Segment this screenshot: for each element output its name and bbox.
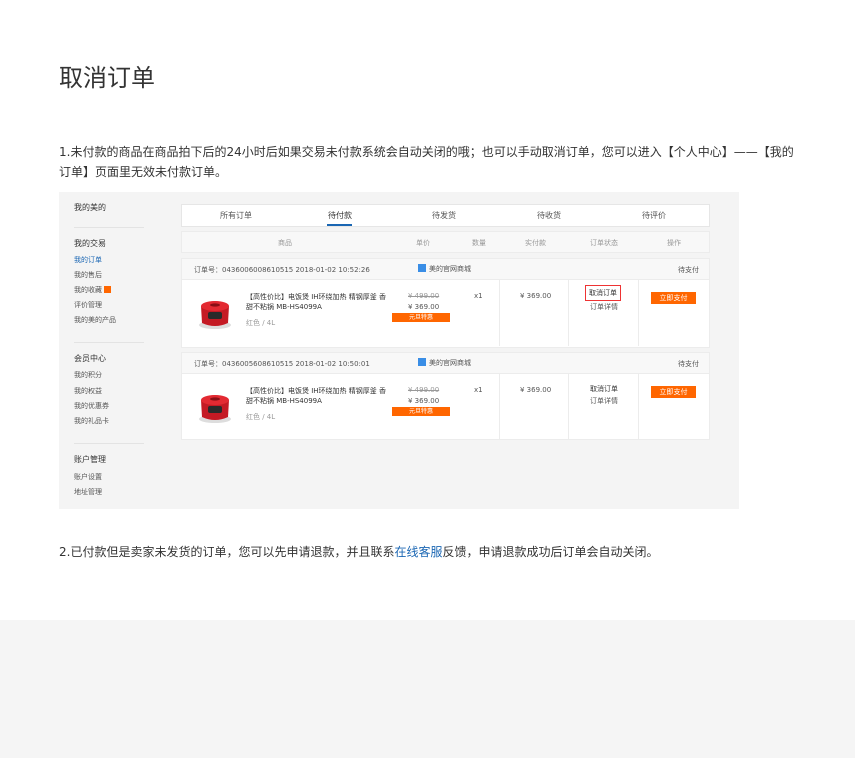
order-status: 待支付 [678, 360, 699, 368]
product-name[interactable]: 【高性价比】电饭煲 IH环绕加热 精钢厚釜 香甜不粘锅 MB-HS4099A [246, 386, 391, 406]
shop-icon [418, 358, 426, 366]
sidebar-item-coupons[interactable]: 我的优惠券 [74, 401, 109, 411]
sidebar-group-my-midea[interactable]: 我的美的 [74, 202, 106, 213]
unit-price: ¥ 369.00 [408, 397, 440, 405]
quantity: x1 [474, 386, 483, 394]
order-row: 订单号：0436005608610515 2018-01-02 10:50:01… [181, 352, 710, 440]
cancel-order-link[interactable]: 取消订单 [585, 285, 621, 301]
promo-badge: 元旦特惠 [392, 313, 450, 322]
sidebar-item-label: 我的收藏 [74, 286, 102, 294]
sidebar-group-member: 会员中心 [74, 354, 106, 363]
shop-label: 美的官网商城 [429, 265, 471, 273]
sidebar-group-trade: 我的交易 [74, 239, 106, 248]
order-number: 订单号：0436005608610515 2018-01-02 10:50:01 [194, 360, 370, 368]
sidebar-item-favorites[interactable]: 我的收藏 [74, 285, 111, 295]
divider [638, 279, 639, 346]
original-price: ¥ 499.00 [408, 386, 440, 394]
col-paid: 实付款 [525, 239, 546, 247]
pay-now-button[interactable]: 立即支付 [651, 292, 696, 304]
order-row: 订单号：0436006008610515 2018-01-02 10:52:26… [181, 258, 710, 348]
divider [499, 373, 500, 439]
product-spec: 红色 / 4L [246, 413, 276, 421]
sidebar-item-giftcards[interactable]: 我的礼品卡 [74, 416, 109, 426]
shop-name[interactable]: 美的官网商城 [418, 358, 471, 368]
cancel-order-link[interactable]: 取消订单 [590, 384, 618, 394]
order-status: 待支付 [678, 266, 699, 274]
col-price: 单价 [416, 239, 430, 247]
shop-label: 美的官网商城 [429, 359, 471, 367]
paragraph-text: 反馈，申请退款成功后订单会自动关闭。 [442, 545, 659, 559]
tab-to-receive[interactable]: 待收货 [537, 210, 561, 221]
new-badge-icon [104, 286, 111, 293]
product-spec: 红色 / 4L [246, 319, 276, 327]
tab-to-review[interactable]: 待评价 [642, 210, 666, 221]
table-header: 商品 单价 数量 实付款 订单状态 操作 [181, 231, 710, 253]
rice-cooker-image[interactable] [194, 386, 236, 426]
divider [568, 373, 569, 439]
col-status: 订单状态 [590, 239, 618, 247]
paid-amount: ¥ 369.00 [520, 292, 552, 300]
sidebar-item-products[interactable]: 我的美的产品 [74, 315, 116, 325]
order-tabs: 所有订单 待付款 待发货 待收货 待评价 [181, 204, 710, 227]
product-name[interactable]: 【高性价比】电饭煲 IH环绕加热 精钢厚釜 香甜不粘锅 MB-HS4099A [246, 292, 391, 312]
divider [638, 373, 639, 439]
divider [74, 342, 144, 343]
order-detail-link[interactable]: 订单详情 [590, 302, 618, 312]
tab-all-orders[interactable]: 所有订单 [220, 210, 252, 221]
original-price: ¥ 499.00 [408, 292, 440, 300]
sidebar-group-account: 账户管理 [74, 455, 106, 464]
col-product: 商品 [278, 239, 292, 247]
quantity: x1 [474, 292, 483, 300]
sidebar-item-settings[interactable]: 账户设置 [74, 472, 102, 482]
sidebar-item-rights[interactable]: 我的权益 [74, 386, 102, 396]
order-header: 订单号：0436005608610515 2018-01-02 10:50:01… [182, 353, 709, 374]
order-header: 订单号：0436006008610515 2018-01-02 10:52:26… [182, 259, 709, 280]
divider [568, 279, 569, 346]
paragraph-unpaid: 1.未付款的商品在商品拍下后的24小时后如果交易未付款系统会自动关闭的哦；也可以… [59, 145, 794, 179]
divider [499, 279, 500, 346]
pay-now-button[interactable]: 立即支付 [651, 386, 696, 398]
online-service-link[interactable]: 在线客服 [394, 545, 442, 559]
sidebar-item-reviews[interactable]: 评价管理 [74, 300, 102, 310]
page-title: 取消订单 [59, 64, 155, 92]
sidebar-item-aftersale[interactable]: 我的售后 [74, 270, 102, 280]
paragraph-text: 2.已付款但是卖家未发货的订单，您可以先申请退款，并且联系 [59, 545, 395, 559]
paid-amount: ¥ 369.00 [520, 386, 552, 394]
col-qty: 数量 [472, 239, 486, 247]
divider [74, 443, 144, 444]
shop-icon [418, 264, 426, 272]
sidebar-item-orders[interactable]: 我的订单 [74, 255, 102, 265]
order-number: 订单号：0436006008610515 2018-01-02 10:52:26 [194, 266, 370, 274]
tab-unpaid[interactable]: 待付款 [328, 210, 352, 221]
orders-screenshot: 我的美的 我的交易 我的订单 我的售后 我的收藏 评价管理 我的美的产品 会员中… [59, 192, 739, 509]
shop-name[interactable]: 美的官网商城 [418, 264, 471, 274]
col-actions: 操作 [667, 239, 681, 247]
rice-cooker-image[interactable] [194, 292, 236, 332]
order-detail-link[interactable]: 订单详情 [590, 396, 618, 406]
sidebar-item-points[interactable]: 我的积分 [74, 370, 102, 380]
sidebar-item-address[interactable]: 地址管理 [74, 487, 102, 497]
account-sidebar: 我的美的 我的交易 我的订单 我的售后 我的收藏 评价管理 我的美的产品 会员中… [59, 192, 169, 509]
paragraph-paid: 2.已付款但是卖家未发货的订单，您可以先申请退款，并且联系在线客服反馈，申请退款… [59, 543, 819, 561]
footer [0, 620, 855, 758]
tab-to-ship[interactable]: 待发货 [432, 210, 456, 221]
active-tab-indicator [327, 224, 352, 226]
unit-price: ¥ 369.00 [408, 303, 440, 311]
promo-badge: 元旦特惠 [392, 407, 450, 416]
divider [74, 227, 144, 228]
